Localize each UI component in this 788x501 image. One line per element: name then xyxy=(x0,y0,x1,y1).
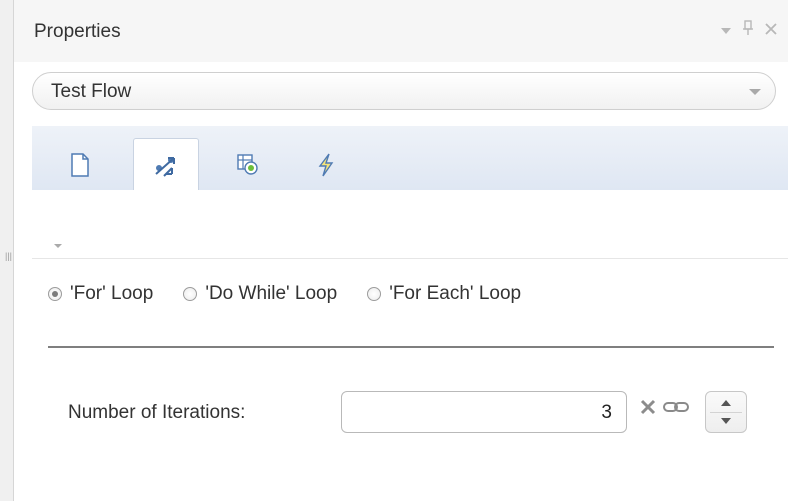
flow-selector-value: Test Flow xyxy=(51,81,132,102)
lightning-icon xyxy=(318,153,334,177)
radio-button[interactable] xyxy=(367,287,382,301)
close-icon[interactable] xyxy=(764,20,778,40)
radio-label: 'For Each' Loop xyxy=(389,283,522,304)
window-controls xyxy=(720,20,778,40)
radio-do-while-loop[interactable]: 'Do While' Loop xyxy=(183,283,337,305)
loop-flow-icon xyxy=(155,156,175,177)
collapse-arrow-icon[interactable] xyxy=(54,244,62,248)
iterations-input[interactable]: 3 xyxy=(341,391,627,433)
grid-gear-icon xyxy=(237,154,258,175)
tab-general[interactable] xyxy=(48,140,112,190)
stepper-up-icon[interactable] xyxy=(721,400,731,406)
radio-for-each-loop[interactable]: 'For Each' Loop xyxy=(367,283,521,305)
panel-title: Properties xyxy=(34,21,121,42)
property-tabs xyxy=(32,126,788,192)
tab-content-header xyxy=(32,190,788,259)
iterations-controls xyxy=(638,397,690,417)
tab-events[interactable] xyxy=(294,140,358,190)
loop-type-options: 'For' Loop 'Do While' Loop 'For Each' Lo… xyxy=(48,283,551,305)
document-icon xyxy=(71,153,89,177)
properties-panel: Properties Test Flow 'For' Loop 'Do Whil… xyxy=(14,0,788,501)
iterations-label: Number of Iterations: xyxy=(68,402,246,423)
radio-for-loop[interactable]: 'For' Loop xyxy=(48,283,153,305)
radio-label: 'Do While' Loop xyxy=(205,283,338,304)
radio-button-selected[interactable] xyxy=(48,287,62,301)
link-icon[interactable] xyxy=(662,398,690,416)
stepper-down-icon[interactable] xyxy=(721,418,731,424)
iterations-value: 3 xyxy=(601,402,612,423)
clear-x-icon[interactable] xyxy=(638,397,658,417)
left-dock-strip: ||| xyxy=(0,0,14,501)
panel-title-bar: Properties xyxy=(14,0,788,62)
tab-loop[interactable] xyxy=(133,138,199,192)
tab-grid-settings[interactable] xyxy=(216,140,280,190)
pin-icon[interactable] xyxy=(742,20,754,40)
resize-grip-icon[interactable]: ||| xyxy=(5,250,12,262)
flow-selector-dropdown[interactable]: Test Flow xyxy=(32,72,776,110)
chevron-down-icon xyxy=(749,89,761,95)
radio-label: 'For' Loop xyxy=(70,283,154,304)
radio-button[interactable] xyxy=(183,287,198,301)
menu-triangle-icon[interactable] xyxy=(720,20,732,40)
divider xyxy=(48,346,774,348)
iterations-stepper[interactable] xyxy=(705,391,747,433)
stepper-divider xyxy=(710,412,742,413)
